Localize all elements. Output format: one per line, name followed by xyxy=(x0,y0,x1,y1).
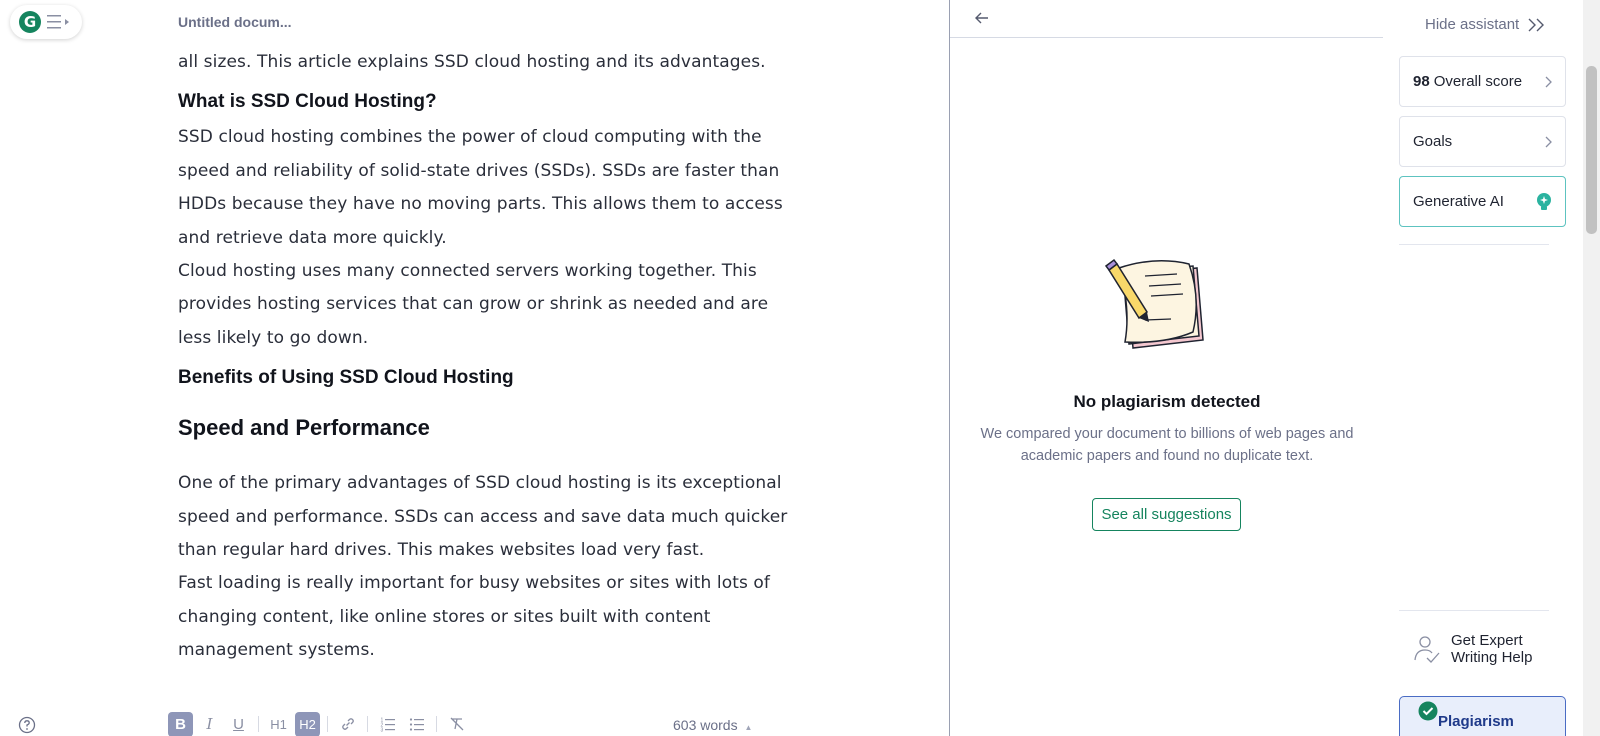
scrollbar-thumb[interactable] xyxy=(1586,66,1597,234)
notepad-pencil-illustration xyxy=(1105,258,1204,349)
plagiarism-status-description: We compared your document to billions of… xyxy=(980,426,1354,464)
plagiarism-card[interactable]: Plagiarism xyxy=(1399,696,1566,736)
bold-button[interactable]: B xyxy=(168,711,193,736)
plagiarism-panel: No plagiarism detected We compared your … xyxy=(949,0,1383,736)
caret-up-icon: ▲ xyxy=(744,723,753,732)
back-arrow-icon[interactable] xyxy=(972,8,992,28)
toolbar-divider xyxy=(258,716,259,732)
toolbar-divider xyxy=(436,716,437,732)
document-editor[interactable]: all sizes. This article explains SSD clo… xyxy=(178,48,798,668)
bullet-list-icon xyxy=(409,718,424,731)
link-button[interactable] xyxy=(335,712,360,736)
heading-what-is[interactable]: What is SSD Cloud Hosting? xyxy=(178,91,798,113)
hide-assistant-button[interactable]: Hide assistant xyxy=(1425,16,1547,33)
word-count[interactable]: 603 words ▲ xyxy=(673,717,752,733)
hamburger-menu-icon xyxy=(47,15,69,29)
bullet-list-button[interactable] xyxy=(404,712,429,736)
paragraph[interactable]: Cloud hosting uses many connected server… xyxy=(178,255,798,355)
generative-ai-label: Generative AI xyxy=(1413,193,1504,210)
expert-help-line2: Writing Help xyxy=(1451,649,1533,666)
paragraph[interactable]: One of the primary advantages of SSD clo… xyxy=(178,467,798,567)
toolbar-divider xyxy=(367,716,368,732)
plagiarism-status-title: No plagiarism detected xyxy=(1073,392,1261,411)
goals-card[interactable]: Goals xyxy=(1399,116,1566,167)
chevron-right-icon xyxy=(1545,76,1552,88)
double-chevron-right-icon xyxy=(1528,18,1545,31)
paragraph[interactable]: SSD cloud hosting combines the power of … xyxy=(178,121,798,255)
panel-header xyxy=(950,0,1383,38)
document-title[interactable]: Untitled docum... xyxy=(178,14,292,30)
svg-text:3: 3 xyxy=(380,728,383,733)
underline-button[interactable]: U xyxy=(226,712,251,736)
clear-formatting-icon xyxy=(450,717,463,731)
paragraph[interactable]: Fast loading is really important for bus… xyxy=(178,567,798,667)
overall-score-card[interactable]: 98 Overall score xyxy=(1399,56,1566,107)
clear-formatting-button[interactable] xyxy=(444,712,469,736)
link-icon xyxy=(341,718,354,730)
assistant-sidebar: Hide assistant 98 Overall score Goals Ge… xyxy=(1383,0,1583,736)
overall-score-label: Overall score xyxy=(1433,73,1523,90)
lightbulb-icon xyxy=(1537,193,1551,210)
heading-benefits[interactable]: Benefits of Using SSD Cloud Hosting xyxy=(178,367,798,389)
italic-button[interactable]: I xyxy=(197,712,222,736)
hide-assistant-label: Hide assistant xyxy=(1425,16,1520,33)
expert-help-line1: Get Expert xyxy=(1451,632,1523,649)
sidebar-divider xyxy=(1399,610,1549,611)
see-all-suggestions-button[interactable]: See all suggestions xyxy=(1092,498,1241,531)
heading2-button[interactable]: H2 xyxy=(295,711,320,736)
expert-person-icon xyxy=(1414,636,1440,663)
sidebar-divider xyxy=(1399,244,1549,245)
goals-label: Goals xyxy=(1413,133,1453,150)
chevron-right-icon xyxy=(1545,136,1552,148)
scrollbar[interactable] xyxy=(1583,0,1600,736)
numbered-list-button[interactable]: 1 2 3 xyxy=(375,712,400,736)
toolbar-divider xyxy=(327,716,328,732)
word-count-label: 603 words xyxy=(673,717,738,733)
overall-score-value: 98 xyxy=(1413,73,1430,90)
check-circle-icon xyxy=(1418,701,1438,721)
formatting-toolbar: B I U H1 H2 1 2 3 xyxy=(168,711,469,736)
heading1-button[interactable]: H1 xyxy=(266,712,291,736)
paragraph[interactable]: all sizes. This article explains SSD clo… xyxy=(178,46,798,79)
heading-speed[interactable]: Speed and Performance xyxy=(178,415,798,441)
expert-help-label: Get Expert Writing Help xyxy=(1451,632,1532,666)
grammarly-logo-icon: G xyxy=(19,11,41,33)
get-expert-help-button[interactable]: Get Expert Writing Help xyxy=(1413,632,1563,668)
generative-ai-card[interactable]: Generative AI xyxy=(1399,176,1566,227)
plagiarism-label: Plagiarism xyxy=(1438,713,1514,730)
help-icon[interactable] xyxy=(18,716,36,734)
numbered-list-icon: 1 2 3 xyxy=(380,718,395,733)
app-menu-button[interactable]: G xyxy=(10,5,82,39)
